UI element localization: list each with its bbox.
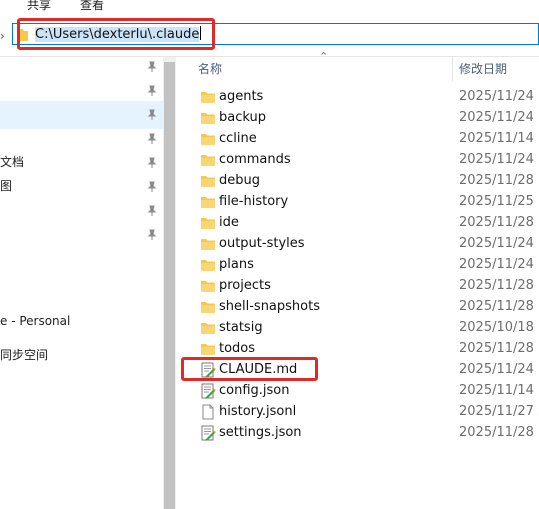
pin-icon[interactable] [146, 157, 158, 169]
ribbon: 共享 查看 [0, 0, 539, 14]
nav-scrollbar-thumb[interactable] [164, 62, 175, 509]
file-row[interactable]: ccline 2025/11/14 14 [176, 129, 539, 150]
pin-icon[interactable] [146, 181, 158, 193]
file-row[interactable]: commands 2025/11/24 13 [176, 150, 539, 171]
file-name[interactable]: config.json [219, 383, 290, 399]
file-row[interactable]: output-styles 2025/11/24 13 [176, 234, 539, 255]
file-modified-date: 2025/11/28 15 [459, 341, 539, 356]
file-name[interactable]: history.jsonl [219, 404, 296, 420]
tab-view[interactable]: 查看 [80, 0, 104, 13]
file-modified-date: 2025/10/18 15 [459, 320, 539, 335]
folder-icon [200, 278, 216, 294]
file-modified-date: 2025/11/24 14 [459, 257, 539, 272]
file-name[interactable]: statsig [219, 320, 263, 336]
file-modified-date: 2025/11/25 13 [459, 194, 539, 209]
pin-icon[interactable] [146, 61, 158, 73]
file-name[interactable]: backup [219, 110, 266, 126]
file-name[interactable]: projects [219, 278, 271, 294]
file-row[interactable]: config.json 2025/11/14 12 [176, 381, 539, 402]
file-name[interactable]: settings.json [219, 425, 302, 441]
tab-share[interactable]: 共享 [27, 0, 51, 13]
folder-icon [200, 89, 216, 105]
sort-ascending-icon: ⌃ [319, 50, 329, 63]
folder-icon [200, 215, 216, 231]
folder-icon [200, 320, 216, 336]
file-modified-date: 2025/11/14 12 [459, 383, 539, 398]
nav-item-documents[interactable]: 文档 [0, 153, 24, 170]
file-modified-date: 2025/11/28 18 [459, 215, 539, 230]
file-modified-date: 2025/11/24 13 [459, 362, 539, 377]
nav-selected-item[interactable] [0, 101, 163, 129]
pin-icon[interactable] [146, 133, 158, 145]
folder-icon [200, 236, 216, 252]
folder-icon [200, 131, 216, 147]
pin-icon[interactable] [146, 229, 158, 241]
file-modified-date: 2025/11/24 13 [459, 152, 539, 167]
file-modified-date: 2025/11/24 13 [459, 110, 539, 125]
file-row[interactable]: ide 2025/11/28 18 [176, 213, 539, 234]
column-header-name[interactable]: 名称 [198, 60, 222, 77]
file-name[interactable]: plans [219, 257, 254, 273]
file-row[interactable]: settings.json 2025/11/28 18 [176, 423, 539, 444]
file-row[interactable]: debug 2025/11/28 15 [176, 171, 539, 192]
column-separator[interactable] [452, 57, 453, 81]
file-row[interactable]: plans 2025/11/24 14 [176, 255, 539, 276]
file-icon [200, 404, 216, 420]
file-name[interactable]: debug [219, 173, 260, 189]
file-modified-date: 2025/11/28 18 [459, 425, 539, 440]
back-arrow-icon[interactable]: › [0, 30, 5, 42]
file-modified-date: 2025/11/24 13 [459, 236, 539, 251]
address-highlight-box [17, 18, 215, 50]
file-row[interactable]: backup 2025/11/24 13 [176, 108, 539, 129]
file-name[interactable]: output-styles [219, 236, 305, 252]
file-modified-date: 2025/11/27 21 [459, 404, 539, 419]
folder-icon [200, 194, 216, 210]
file-modified-date: 2025/11/28 15 [459, 173, 539, 188]
folder-icon [200, 173, 216, 189]
file-modified-date: 2025/11/28 15 [459, 299, 539, 314]
folder-icon [200, 341, 216, 357]
navigation-pane: 文档 图 e - Personal 同步空间 [0, 57, 163, 509]
file-row[interactable]: agents 2025/11/24 13 [176, 87, 539, 108]
folder-icon [200, 299, 216, 315]
file-name[interactable]: ccline [219, 131, 257, 147]
claude-md-highlight-box [181, 357, 318, 381]
file-name[interactable]: agents [219, 89, 263, 105]
file-modified-date: 2025/11/14 14 [459, 131, 539, 146]
pin-icon[interactable] [146, 205, 158, 217]
file-modified-date: 2025/11/24 13 [459, 89, 539, 104]
nav-item-pictures[interactable]: 图 [0, 177, 12, 194]
file-row[interactable]: history.jsonl 2025/11/27 21 [176, 402, 539, 423]
pin-icon[interactable] [146, 85, 158, 97]
nav-item-onedrive-personal[interactable]: e - Personal [0, 314, 70, 328]
text-file-icon [200, 425, 217, 441]
file-modified-date: 2025/11/28 15 [459, 278, 539, 293]
file-row[interactable]: shell-snapshots 2025/11/28 15 [176, 297, 539, 318]
file-name[interactable]: todos [219, 341, 255, 357]
file-name[interactable]: ide [219, 215, 239, 231]
text-file-icon [200, 383, 217, 399]
file-row[interactable]: file-history 2025/11/25 13 [176, 192, 539, 213]
folder-icon [200, 257, 216, 273]
file-name[interactable]: file-history [219, 194, 288, 210]
file-name[interactable]: shell-snapshots [219, 299, 320, 315]
folder-icon [200, 110, 216, 126]
file-row[interactable]: projects 2025/11/28 15 [176, 276, 539, 297]
file-row[interactable]: statsig 2025/10/18 15 [176, 318, 539, 339]
folder-icon [200, 152, 216, 168]
file-name[interactable]: commands [219, 152, 291, 168]
column-header-modified[interactable]: 修改日期 [459, 60, 507, 77]
pin-icon[interactable] [146, 109, 158, 121]
nav-item-sync-space[interactable]: 同步空间 [0, 346, 48, 363]
